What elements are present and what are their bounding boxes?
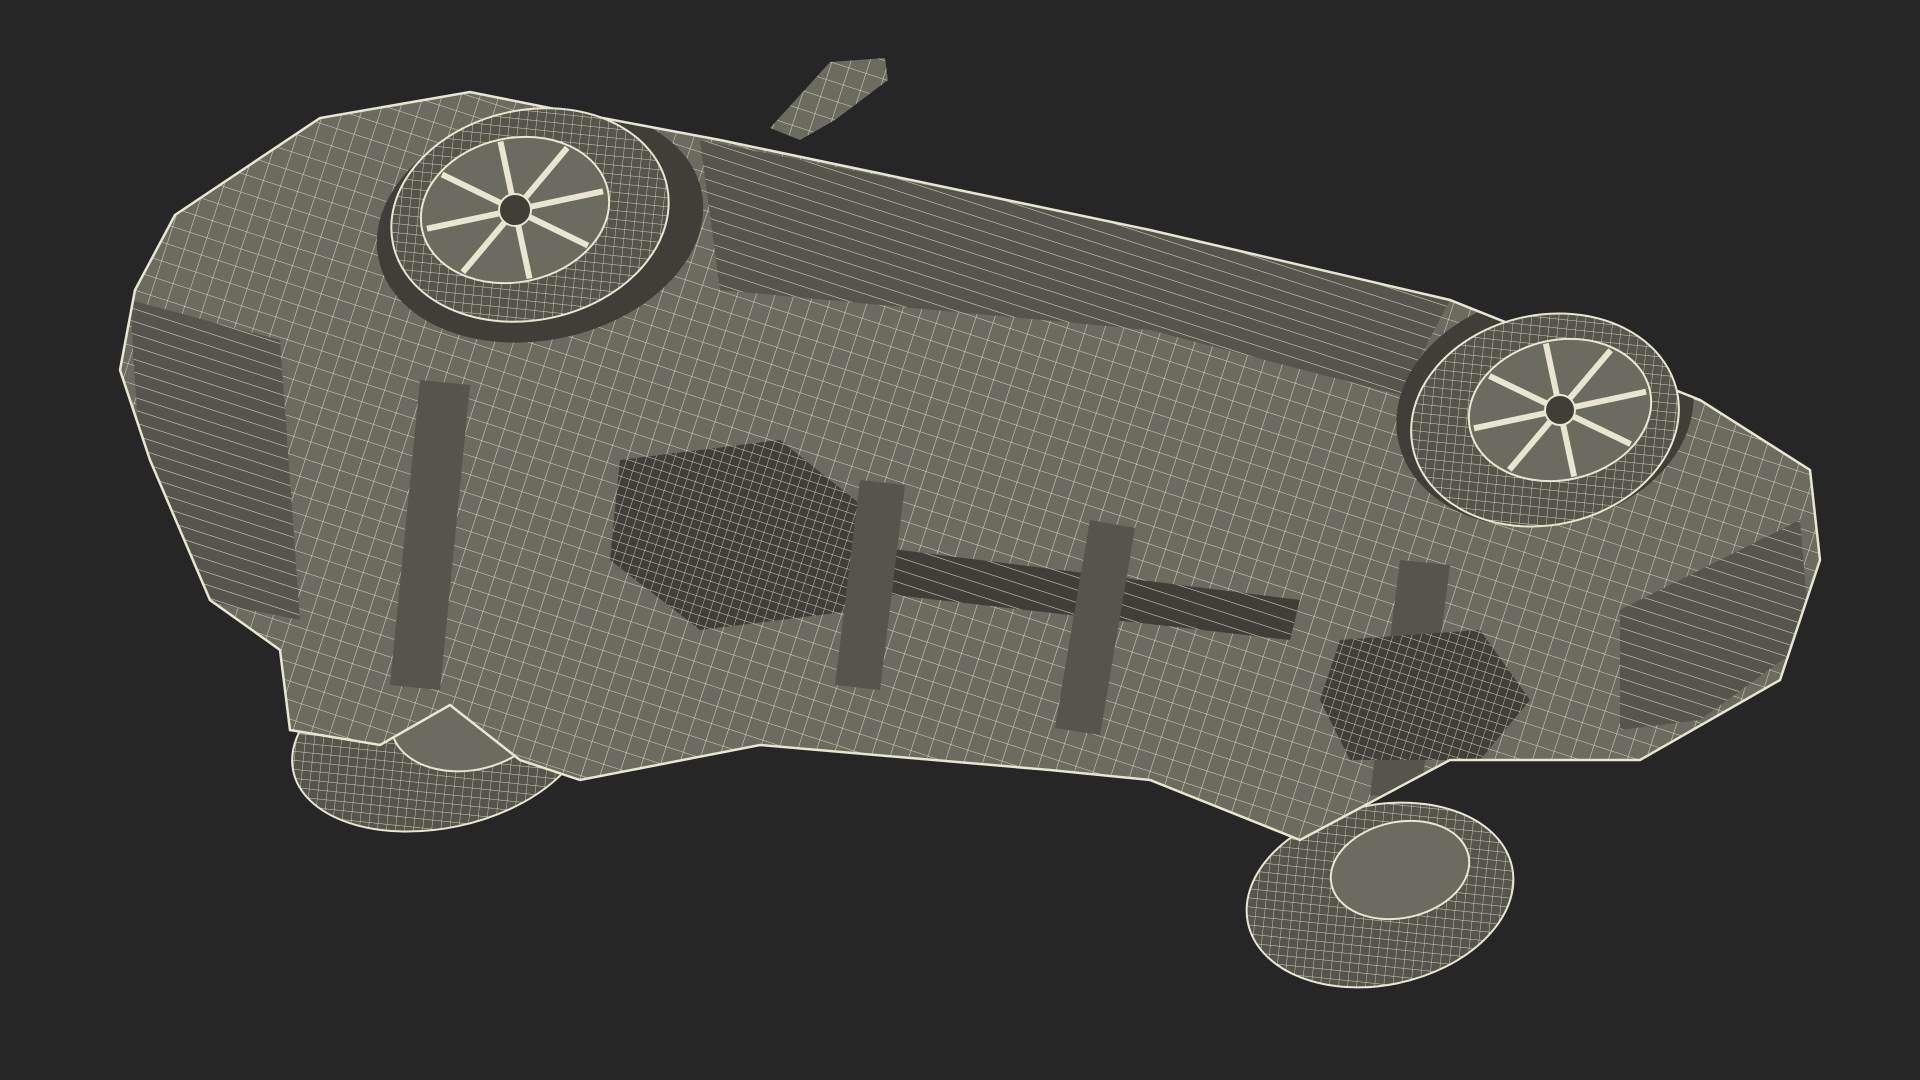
wireframe-render: [0, 0, 1920, 1080]
viewport: [0, 0, 1920, 1080]
